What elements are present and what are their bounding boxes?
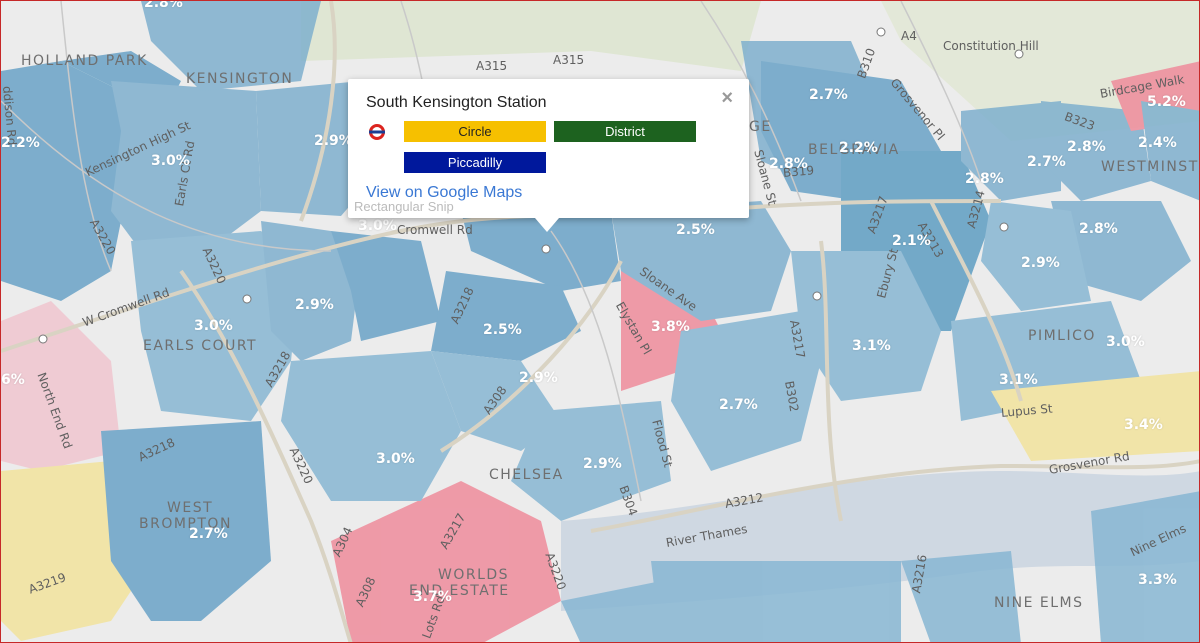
percent-label: 2.9% [314, 133, 353, 149]
percent-label: 2.2% [839, 140, 878, 156]
road-label: A315 [476, 59, 508, 73]
percent-label: 3.8% [651, 319, 690, 335]
area-label-pimlico: PIMLICO [1028, 328, 1096, 344]
percent-label: 2.5% [483, 322, 522, 338]
percent-label: 3.3% [1138, 572, 1177, 588]
percent-label: 2.7% [719, 397, 758, 413]
percent-label: 6% [1, 372, 25, 388]
underground-roundel-icon [369, 124, 385, 140]
area-label-chelsea: CHELSEA [489, 467, 564, 483]
area-label-nine-elms: NINE ELMS [994, 595, 1084, 611]
road-label: Constitution Hill [943, 39, 1039, 53]
rectangular-snip-ghost-text: Rectangular Snip [354, 199, 454, 214]
percent-label: 3.7% [413, 589, 452, 605]
line-badge-district: District [554, 121, 696, 142]
percent-label: 2.9% [295, 297, 334, 313]
percent-label: 3.0% [1106, 334, 1145, 350]
percent-label: 2.1% [892, 233, 931, 249]
road-label: A315 [553, 53, 585, 67]
percent-label: 3.1% [852, 338, 891, 354]
percent-label: 2.8% [965, 171, 1004, 187]
percent-label: 3.4% [1124, 417, 1163, 433]
percent-label: 2.8% [769, 156, 808, 172]
line-badge-piccadilly: Piccadilly [404, 152, 546, 173]
area-label-ge: GE [749, 119, 772, 135]
percent-label: 2.7% [809, 87, 848, 103]
station-info-popup: South Kensington Station × Circle Distri… [348, 79, 749, 232]
percent-label: 3.0% [358, 218, 397, 234]
area-label-earls-court: EARLS COURT [143, 338, 258, 354]
percent-label: 3.1% [999, 372, 1038, 388]
percent-label: 2.8% [1079, 221, 1118, 237]
line-badge-circle: Circle [404, 121, 546, 142]
area-label-westminster: WESTMINSTE [1101, 159, 1200, 175]
percent-label: 2.7% [1027, 154, 1066, 170]
close-icon[interactable]: × [721, 87, 733, 110]
percent-label: 2.9% [519, 370, 558, 386]
percent-label: 2.7% [189, 526, 228, 542]
road-label: Cromwell Rd [397, 223, 473, 237]
popup-title: South Kensington Station [366, 94, 547, 111]
percent-label: 2.4% [1138, 135, 1177, 151]
percent-label: 2.9% [583, 456, 622, 472]
road-label: A4 [901, 29, 917, 43]
percent-label: 3.0% [376, 451, 415, 467]
area-label-west: WEST [167, 500, 214, 516]
percent-label: 5.2% [1147, 94, 1186, 110]
area-label-kensington: KENSINGTON [186, 71, 294, 87]
percent-label: 3.0% [151, 153, 190, 169]
percent-label: 2.9% [1021, 255, 1060, 271]
percent-label: 3.0% [194, 318, 233, 334]
percent-label: 2.8% [144, 0, 183, 11]
area-label-holland-park: HOLLAND PARK [21, 53, 148, 69]
percent-label: 2.5% [676, 222, 715, 238]
percent-label: 2.2% [1, 135, 40, 151]
percent-label: 2.8% [1067, 139, 1106, 155]
map-canvas[interactable]: HOLLAND PARK KENSINGTON EARLS COURT WEST… [0, 0, 1200, 643]
area-label-worlds: WORLDS [438, 567, 510, 583]
